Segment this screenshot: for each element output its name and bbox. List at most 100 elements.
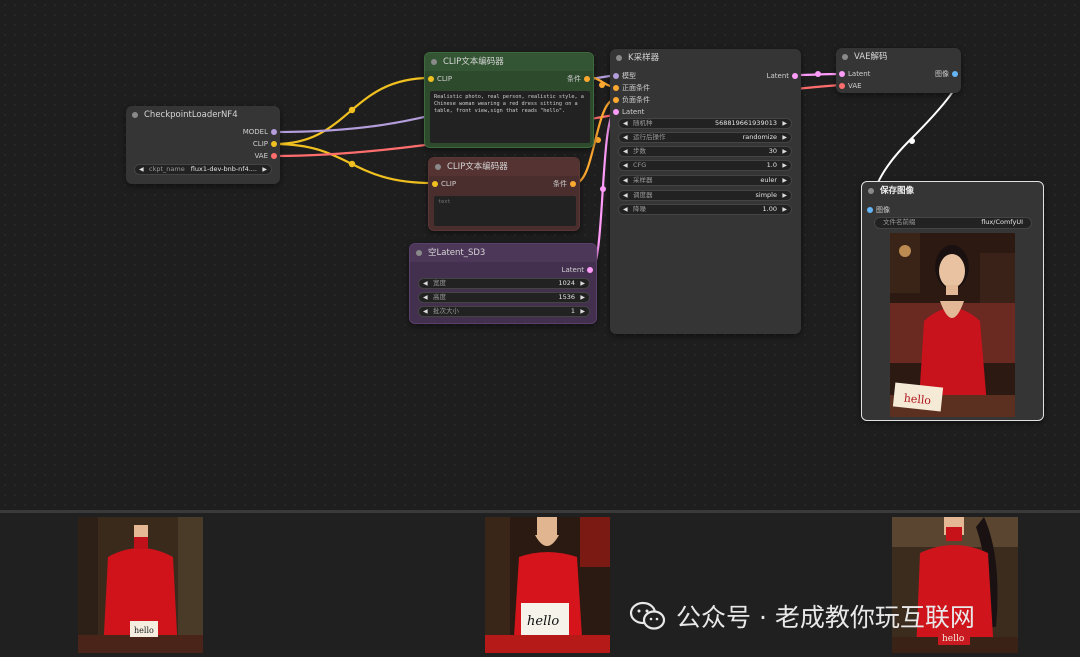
arrow-left-icon[interactable]: ◀ [623,176,628,185]
clip-text-encoder-positive-node[interactable]: CLIP文本编码器 CLIP 条件 Realistic photo, real … [424,52,594,148]
vae-decode-node[interactable]: VAE解码 Latent VAE 图像 [836,48,961,93]
clip-text-encoder-negative-node[interactable]: CLIP文本编码器 CLIP 条件 text [428,157,580,231]
input-vae-label: VAE [848,82,862,90]
output-latent-slot[interactable] [587,267,593,273]
arrow-right-icon[interactable]: ▶ [580,279,585,288]
collapse-dot-icon[interactable] [431,59,437,65]
wire-clip-negative [274,142,433,185]
collapse-dot-icon[interactable] [416,250,422,256]
collapse-dot-icon[interactable] [868,188,874,194]
input-clip-label: CLIP [437,75,453,83]
arrow-left-icon[interactable]: ◀ [623,161,628,170]
node-title[interactable]: 空Latent_SD3 [410,244,596,262]
result-thumbnail-1[interactable]: hello [78,517,203,653]
seed-widget[interactable]: ◀ 随机种 568819661939013 ▶ [618,118,792,129]
node-title[interactable]: CLIP文本编码器 [425,53,593,71]
input-positive-label: 正面条件 [622,84,650,92]
collapse-dot-icon[interactable] [435,164,441,170]
scheduler-widget[interactable]: ◀ 调度器 simple ▶ [618,190,792,201]
arrow-left-icon[interactable]: ◀ [423,279,428,288]
input-negative-label: 负面条件 [622,96,650,104]
arrow-right-icon[interactable]: ▶ [782,133,787,142]
result-thumbnail-2[interactable]: hello [485,517,610,653]
woman-red-dress-image: hello [890,233,1015,417]
input-latent-slot[interactable] [613,109,619,115]
woman-red-dress-image: hello [485,517,610,653]
node-title[interactable]: 保存图像 [862,182,1043,200]
output-image-slot[interactable] [952,71,958,77]
steps-widget[interactable]: ◀ 步数 30 ▶ [618,146,792,157]
arrow-right-icon[interactable]: ▶ [580,293,585,302]
input-latent-label: Latent [848,70,871,78]
arrow-left-icon[interactable]: ◀ [623,147,628,156]
arrow-right-icon[interactable]: ▶ [782,205,787,214]
output-conditioning-slot[interactable] [584,76,590,82]
node-title[interactable]: CheckpointLoaderNF4 [126,106,280,124]
input-negative-slot[interactable] [613,97,619,103]
height-widget[interactable]: ◀ 高度 1536 ▶ [418,292,590,303]
output-clip-slot[interactable] [271,141,277,147]
arrow-left-icon[interactable]: ◀ [623,133,628,142]
wire-clip-positive [274,76,431,146]
input-clip-slot[interactable] [428,76,434,82]
output-clip-label: CLIP [252,140,268,148]
output-vae-slot[interactable] [271,153,277,159]
arrow-left-icon[interactable]: ◀ [139,165,144,174]
denoise-widget[interactable]: ◀ 降噪 1.00 ▶ [618,204,792,215]
checkpoint-loader-node[interactable]: CheckpointLoaderNF4 MODEL CLIP VAE ◀ ckp… [126,106,280,184]
empty-latent-sd3-node[interactable]: 空Latent_SD3 Latent ◀ 宽度 1024 ▶ ◀ 高度 1536 ▶ ◀ 批次… [409,243,597,324]
sampler-widget[interactable]: ◀ 采样器 euler ▶ [618,175,792,186]
cfg-widget[interactable]: ◀ CFG 1.0 ▶ [618,160,792,171]
output-conditioning-label: 条件 [553,180,567,188]
prompt-textarea[interactable]: text [434,196,576,226]
collapse-dot-icon[interactable] [842,54,848,60]
collapse-dot-icon[interactable] [616,55,622,61]
control-after-generate-widget[interactable]: ◀ 运行后操作 randomize ▶ [618,132,792,143]
output-model-slot[interactable] [271,129,277,135]
input-model-slot[interactable] [613,73,619,79]
arrow-right-icon[interactable]: ▶ [782,191,787,200]
ckpt-name-widget[interactable]: ◀ ckpt_name flux1-dev-bnb-nf4.... ▶ [134,164,272,175]
arrow-left-icon[interactable]: ◀ [423,307,428,316]
width-widget[interactable]: ◀ 宽度 1024 ▶ [418,278,590,289]
arrow-left-icon[interactable]: ◀ [623,191,628,200]
prompt-textarea[interactable]: Realistic photo, real person, realistic … [430,91,590,143]
input-clip-label: CLIP [441,180,457,188]
output-latent-slot[interactable] [792,73,798,79]
arrow-right-icon[interactable]: ▶ [580,307,585,316]
output-latent-label: Latent [766,72,789,80]
sign-text: hello [134,626,154,635]
output-model-label: MODEL [242,128,268,136]
batch-size-widget[interactable]: ◀ 批次大小 1 ▶ [418,306,590,317]
ksampler-node[interactable]: K采样器 模型 正面条件 负面条件 Latent Latent ◀ 随机种 5688… [610,49,801,334]
output-conditioning-slot[interactable] [570,181,576,187]
input-positive-slot[interactable] [613,85,619,91]
filename-prefix-widget[interactable]: 文件名前缀 flux/ComfyUI [874,217,1032,229]
input-image-label: 图像 [876,206,890,214]
woman-qipao-image: hello [78,517,203,653]
arrow-right-icon[interactable]: ▶ [782,147,787,156]
output-image-label: 图像 [935,70,949,78]
arrow-right-icon[interactable]: ▶ [782,119,787,128]
collapse-dot-icon[interactable] [132,112,138,118]
save-image-node[interactable]: 保存图像 图像 文件名前缀 flux/ComfyUI hello [861,181,1044,421]
arrow-right-icon[interactable]: ▶ [782,176,787,185]
input-latent-slot[interactable] [839,71,845,77]
arrow-left-icon[interactable]: ◀ [623,119,628,128]
input-image-slot[interactable] [867,207,873,213]
output-latent-label: Latent [561,266,584,274]
arrow-left-icon[interactable]: ◀ [623,205,628,214]
arrow-left-icon[interactable]: ◀ [423,293,428,302]
node-title[interactable]: VAE解码 [836,48,961,66]
input-model-label: 模型 [622,72,636,80]
generated-image-preview[interactable]: hello [890,233,1015,417]
input-clip-slot[interactable] [432,181,438,187]
input-vae-slot[interactable] [839,83,845,89]
arrow-right-icon[interactable]: ▶ [782,161,787,170]
input-latent-label: Latent [622,108,645,116]
bottom-image-strip: hello hello hello [0,510,1080,657]
node-title[interactable]: K采样器 [610,49,801,67]
arrow-right-icon[interactable]: ▶ [262,165,267,174]
watermark-text: 公众号 · 老成教你玩互联网 [676,603,975,632]
node-title[interactable]: CLIP文本编码器 [429,158,579,176]
